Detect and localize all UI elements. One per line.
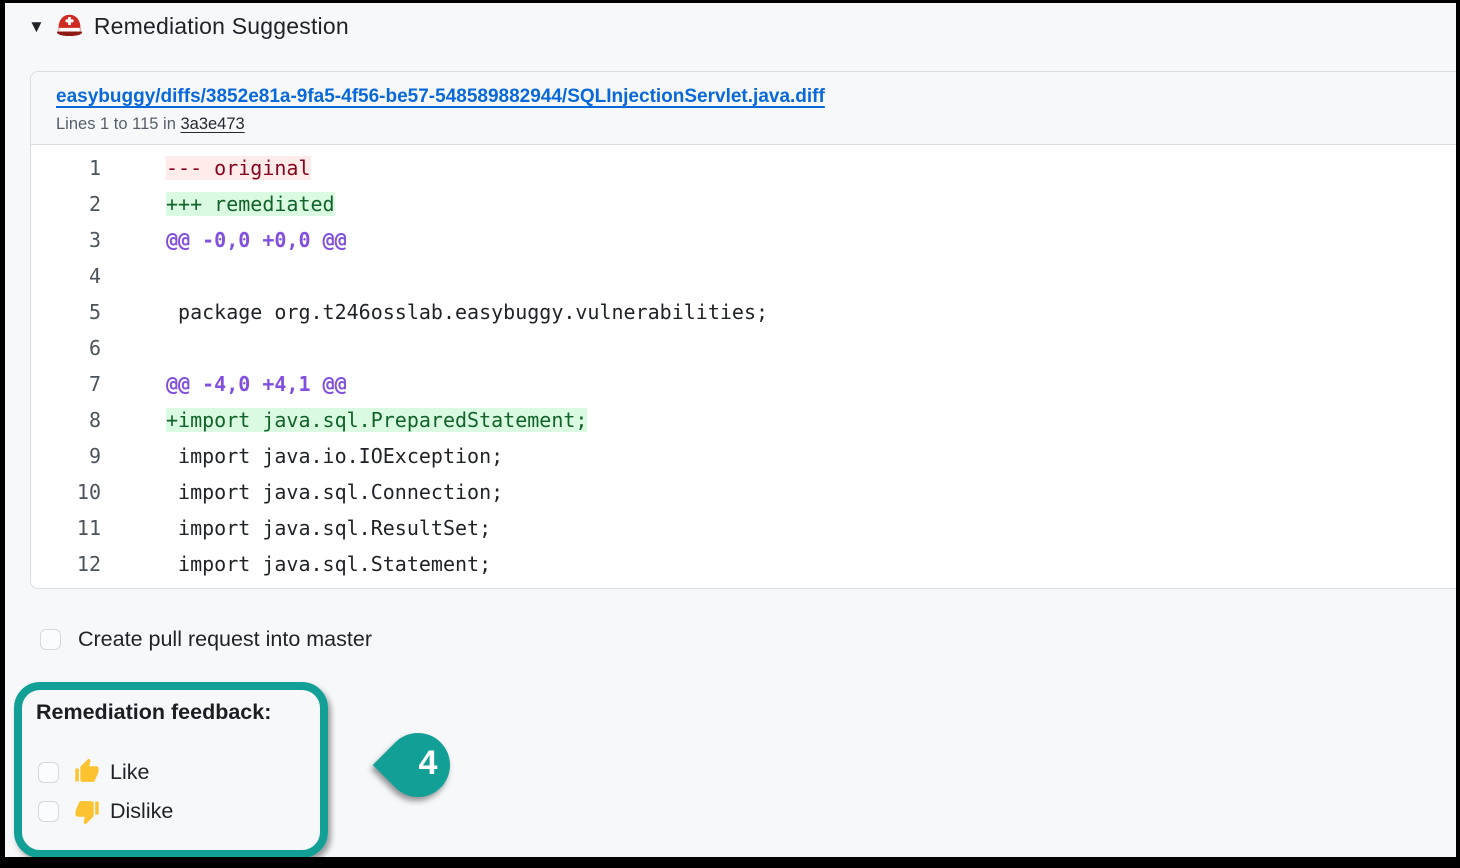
section-title: Remediation Suggestion bbox=[94, 13, 349, 40]
line-number: 1 bbox=[31, 150, 101, 186]
code-line: 3 @@ -0,0 +0,0 @@ bbox=[31, 222, 1456, 258]
dislike-label: Dislike bbox=[110, 799, 173, 824]
thumbs-down-icon bbox=[73, 797, 101, 825]
code-line: 5 package org.t246osslab.easybuggy.vulne… bbox=[31, 294, 1456, 330]
line-number: 7 bbox=[31, 366, 101, 402]
line-number: 3 bbox=[31, 222, 101, 258]
code-line: 2 +++ remediated bbox=[31, 186, 1456, 222]
diff-card: easybuggy/diffs/3852e81a-9fa5-4f56-be57-… bbox=[30, 71, 1456, 589]
code-block: 1 --- original 2 +++ remediated 3 @@ -0,0 +0,… bbox=[31, 145, 1456, 582]
create-pr-checkbox[interactable] bbox=[40, 629, 61, 650]
code-text: package org.t246osslab.easybuggy.vulnera… bbox=[166, 294, 768, 330]
annotation-number: 4 bbox=[397, 731, 459, 795]
line-number: 10 bbox=[31, 474, 101, 510]
remediation-suggestion-summary[interactable]: ▼ Remediation Suggestion bbox=[28, 12, 349, 41]
line-number: 4 bbox=[31, 258, 101, 294]
thumbs-up-icon bbox=[73, 758, 101, 786]
feedback-option-dislike: Dislike bbox=[38, 797, 320, 825]
line-number: 12 bbox=[31, 546, 101, 582]
code-line: 7 @@ -4,0 +4,1 @@ bbox=[31, 366, 1456, 402]
like-label: Like bbox=[110, 760, 149, 785]
commit-link[interactable]: 3a3e473 bbox=[180, 115, 244, 133]
code-line: 1 --- original bbox=[31, 150, 1456, 186]
code-line: 11 import java.sql.ResultSet; bbox=[31, 510, 1456, 546]
line-number: 2 bbox=[31, 186, 101, 222]
code-text: @@ -0,0 +0,0 @@ bbox=[166, 222, 347, 258]
line-number: 9 bbox=[31, 438, 101, 474]
diff-lines-info: Lines 1 to 115 in 3a3e473 bbox=[56, 115, 1447, 134]
create-pr-label: Create pull request into master bbox=[78, 627, 372, 652]
line-number: 6 bbox=[31, 330, 101, 366]
dislike-checkbox[interactable] bbox=[38, 801, 59, 822]
line-number: 11 bbox=[31, 510, 101, 546]
code-line: 8 +import java.sql.PreparedStatement; bbox=[31, 402, 1456, 438]
rescue-helmet-icon bbox=[55, 12, 84, 41]
triangle-down-icon[interactable]: ▼ bbox=[28, 18, 45, 35]
code-text: --- original bbox=[166, 150, 311, 186]
code-line: 4 bbox=[31, 258, 1456, 294]
remediation-feedback-box: Remediation feedback: Like Dislike bbox=[14, 682, 328, 857]
code-line: 12 import java.sql.Statement; bbox=[31, 546, 1456, 582]
create-pr-row: Create pull request into master bbox=[40, 627, 372, 652]
code-text: +++ remediated bbox=[166, 186, 335, 222]
feedback-option-like: Like bbox=[38, 758, 320, 786]
line-number: 8 bbox=[31, 402, 101, 438]
code-line: 9 import java.io.IOException; bbox=[31, 438, 1456, 474]
code-text: +import java.sql.PreparedStatement; bbox=[166, 402, 587, 438]
code-line: 6 bbox=[31, 330, 1456, 366]
lines-range-label: Lines 1 to 115 in bbox=[56, 115, 176, 133]
line-number: 5 bbox=[31, 294, 101, 330]
like-checkbox[interactable] bbox=[38, 762, 59, 783]
code-text: import java.sql.Statement; bbox=[166, 546, 491, 582]
code-text: import java.sql.Connection; bbox=[166, 474, 503, 510]
code-text: import java.io.IOException; bbox=[166, 438, 503, 474]
page: ▼ Remediation Suggestion easybuggy/diffs… bbox=[5, 3, 1456, 857]
code-line: 10 import java.sql.Connection; bbox=[31, 474, 1456, 510]
diff-card-header: easybuggy/diffs/3852e81a-9fa5-4f56-be57-… bbox=[31, 72, 1456, 145]
code-text: import java.sql.ResultSet; bbox=[166, 510, 491, 546]
feedback-title: Remediation feedback: bbox=[36, 700, 320, 725]
diff-file-link[interactable]: easybuggy/diffs/3852e81a-9fa5-4f56-be57-… bbox=[56, 86, 825, 108]
code-text: @@ -4,0 +4,1 @@ bbox=[166, 366, 347, 402]
